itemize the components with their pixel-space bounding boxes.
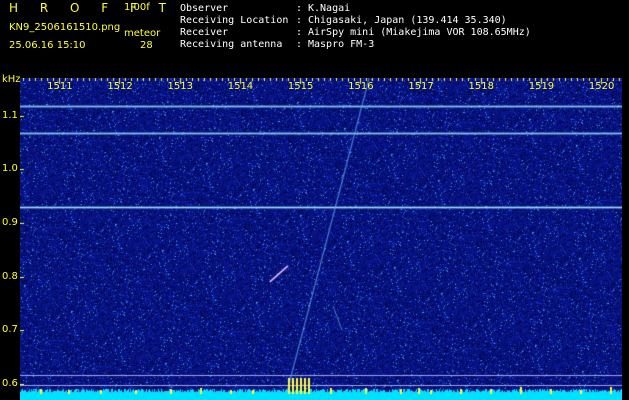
x-tick-label: 1514: [227, 81, 254, 92]
y-axis-unit: kHz: [2, 74, 21, 85]
spectrogram-canvas: [20, 78, 622, 400]
filename-label: KN9_2506161510.png: [9, 22, 121, 33]
y-tick-label: 1.0: [2, 163, 18, 175]
receiver-label: Receiver: [180, 27, 229, 38]
x-tick-label: 1517: [408, 81, 434, 92]
x-tick-label: 1520: [588, 81, 615, 92]
x-tick-label: 1519: [528, 81, 555, 92]
location-label: Receiving Location: [180, 15, 289, 26]
x-tick-label: 1516: [348, 81, 374, 92]
y-tick-label: 0.7: [2, 324, 18, 336]
x-tick-label: 1512: [107, 81, 133, 92]
observer-colon: :: [296, 3, 303, 14]
header-panel: H R O F F T 1.00f KN9_2506161510.png met…: [0, 0, 629, 78]
y-tick-label: 0.9: [2, 216, 18, 228]
location-value: Chigasaki, Japan (139.414 35.340): [308, 15, 507, 26]
y-tick-label: 0.6: [2, 377, 18, 389]
antenna-colon: :: [296, 39, 303, 50]
receiver-colon: :: [296, 27, 303, 38]
observer-value: K.Nagai: [308, 3, 351, 14]
receiver-value: AirSpy mini (Miakejima VOR 108.65MHz): [308, 27, 531, 38]
count-label: 28: [140, 40, 153, 51]
x-tick-label: 1513: [167, 81, 193, 92]
version-label: 1.00f: [124, 2, 150, 13]
location-colon: :: [296, 15, 303, 26]
observer-label: Observer: [180, 3, 229, 14]
x-tick-label: 1511: [47, 81, 73, 92]
x-tick-label: 1515: [287, 81, 314, 92]
y-tick-label: 0.8: [2, 270, 18, 282]
y-tick-label: 1.1: [2, 109, 18, 121]
x-tick-label: 1518: [468, 81, 494, 92]
mode-label: meteor: [124, 28, 161, 39]
datetime-label: 25.06.16 15:10: [9, 40, 86, 51]
app-logo: H R O F F T: [9, 1, 176, 15]
antenna-label: Receiving antenna: [180, 39, 283, 50]
antenna-value: Maspro FM-3: [308, 39, 375, 50]
